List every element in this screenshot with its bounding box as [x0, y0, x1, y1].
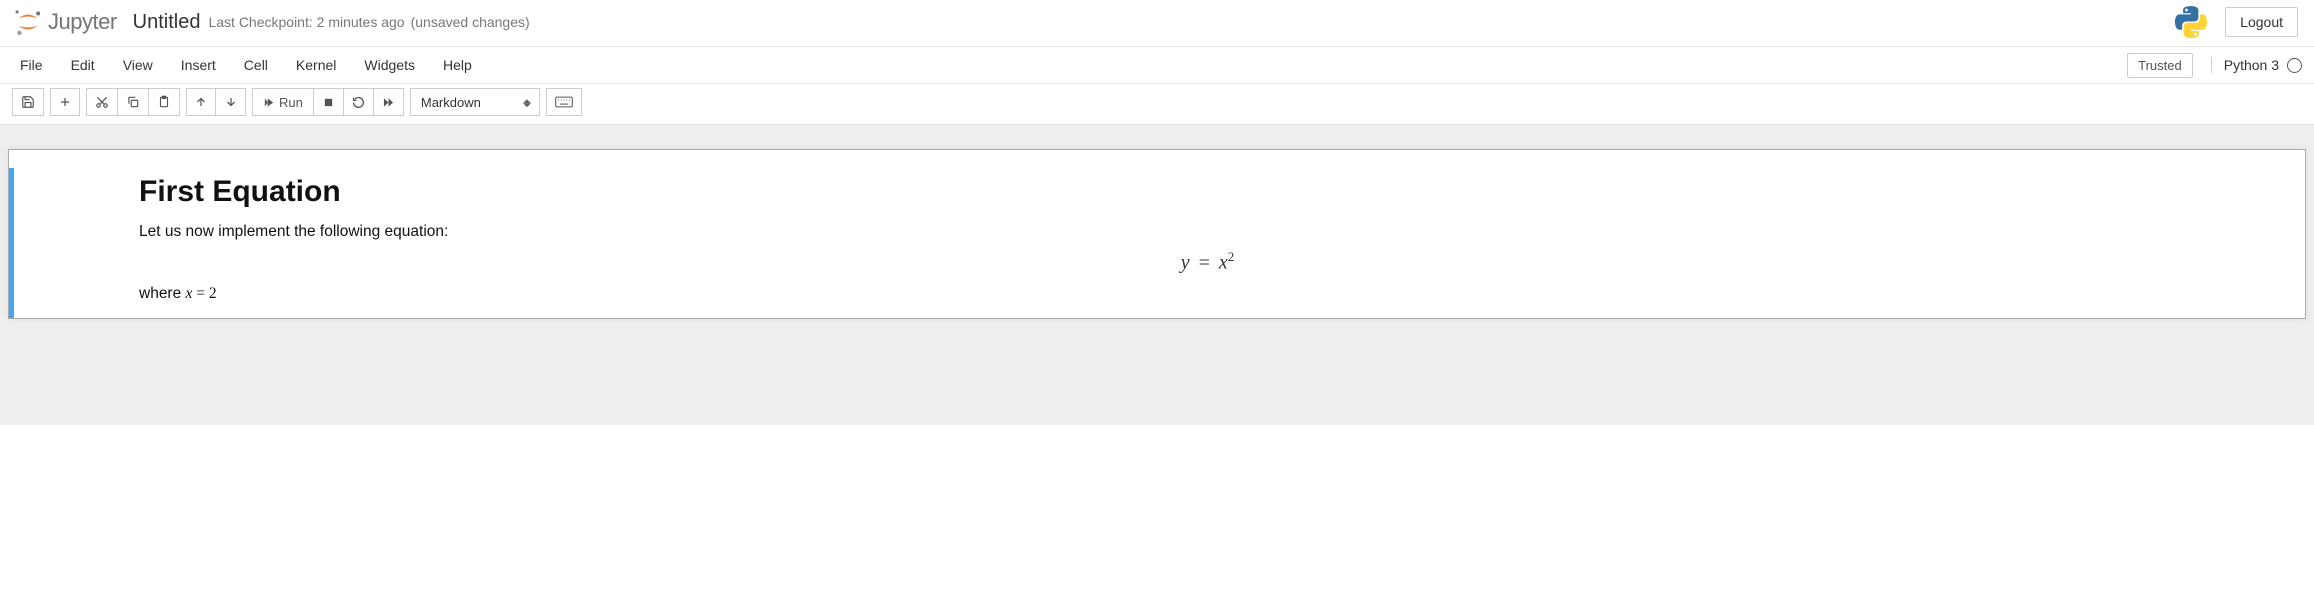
menu-kernel[interactable]: Kernel: [282, 47, 350, 83]
move-up-button[interactable]: [186, 88, 216, 116]
notebook-area: First Equation Let us now implement the …: [0, 125, 2314, 425]
plus-icon: [59, 96, 71, 108]
logout-button[interactable]: Logout: [2225, 7, 2298, 37]
jupyter-logo[interactable]: Jupyter: [12, 8, 117, 36]
where-val: 2: [209, 285, 217, 302]
kernel-name: Python 3: [2224, 57, 2279, 73]
equation-y: y: [1181, 252, 1190, 274]
python-icon: [2175, 6, 2207, 38]
command-palette-button[interactable]: [546, 88, 582, 116]
trusted-indicator[interactable]: Trusted: [2127, 53, 2193, 78]
paste-icon: [157, 95, 171, 109]
stop-icon: [323, 97, 334, 108]
cell-intro: Let us now implement the following equat…: [139, 223, 2276, 241]
copy-button[interactable]: [118, 88, 149, 116]
arrow-up-icon: [195, 96, 207, 108]
cell-type-select[interactable]: Markdown: [410, 88, 540, 116]
equation-exp: 2: [1228, 249, 1235, 264]
header: Jupyter Untitled Last Checkpoint: 2 minu…: [0, 0, 2314, 47]
restart-button[interactable]: [344, 88, 374, 116]
equation-eq: =: [1195, 252, 1214, 274]
notebook-container: First Equation Let us now implement the …: [8, 149, 2306, 319]
copy-icon: [126, 95, 140, 109]
run-icon: [263, 97, 279, 108]
jupyter-icon: [12, 8, 44, 36]
cell-content: First Equation Let us now implement the …: [28, 174, 2291, 312]
kernel-indicator[interactable]: Python 3: [2211, 57, 2302, 73]
toolbar: Run Markdown: [0, 84, 2314, 125]
menu-help[interactable]: Help: [429, 47, 486, 83]
menubar: File Edit View Insert Cell Kernel Widget…: [0, 47, 2314, 84]
equation-display: y = x2: [139, 249, 2276, 275]
save-button[interactable]: [12, 88, 44, 116]
move-down-button[interactable]: [216, 88, 246, 116]
run-label: Run: [279, 95, 303, 110]
restart-run-all-button[interactable]: [374, 88, 404, 116]
unsaved-status: (unsaved changes): [411, 14, 530, 30]
where-line: where x = 2: [139, 285, 2276, 303]
cell-heading: First Equation: [139, 175, 2276, 209]
markdown-cell[interactable]: First Equation Let us now implement the …: [9, 168, 2305, 318]
save-icon: [21, 95, 35, 109]
menu-file[interactable]: File: [6, 47, 57, 83]
cut-icon: [95, 95, 109, 109]
menu-view[interactable]: View: [109, 47, 167, 83]
where-eq: =: [192, 285, 209, 302]
interrupt-button[interactable]: [314, 88, 344, 116]
menu-edit[interactable]: Edit: [57, 47, 109, 83]
menu-insert[interactable]: Insert: [167, 47, 230, 83]
menu-widgets[interactable]: Widgets: [350, 47, 429, 83]
menu-cell[interactable]: Cell: [230, 47, 282, 83]
notebook-name[interactable]: Untitled: [133, 11, 201, 34]
where-prefix: where: [139, 285, 186, 302]
insert-cell-button[interactable]: [50, 88, 80, 116]
cell-type-value: Markdown: [421, 95, 481, 110]
kernel-idle-icon: [2287, 58, 2302, 73]
paste-button[interactable]: [149, 88, 180, 116]
equation-x: x: [1219, 252, 1228, 274]
fast-forward-icon: [382, 97, 395, 108]
keyboard-icon: [555, 96, 573, 108]
arrow-down-icon: [225, 96, 237, 108]
checkpoint-status: Last Checkpoint: 2 minutes ago: [208, 14, 404, 30]
cut-button[interactable]: [86, 88, 118, 116]
jupyter-logo-text: Jupyter: [48, 9, 117, 35]
run-button[interactable]: Run: [252, 88, 314, 116]
restart-icon: [352, 96, 365, 109]
